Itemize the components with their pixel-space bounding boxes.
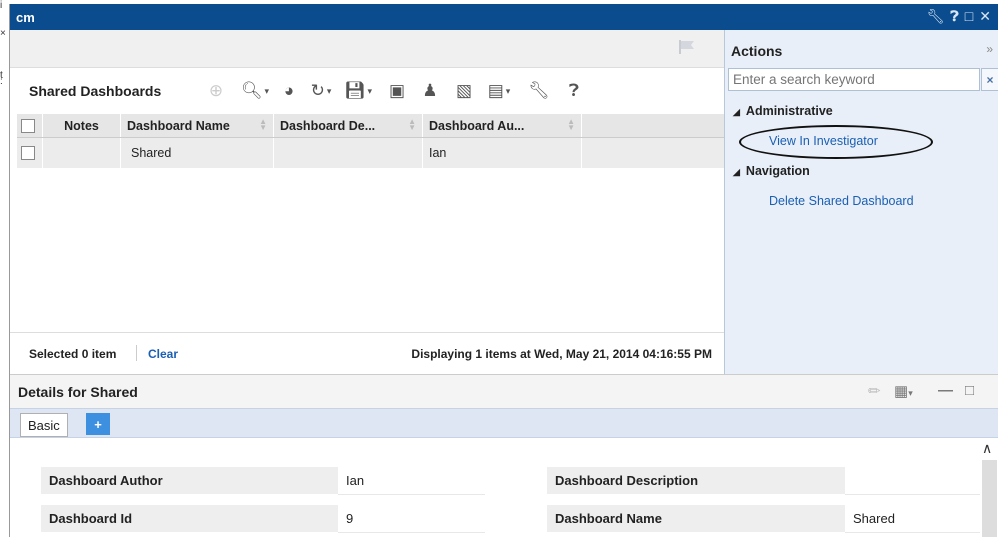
field-value: Ian — [338, 467, 485, 495]
panel-title: Shared Dashboards — [29, 83, 162, 99]
dashboards-table: Notes Dashboard Name ▲ ▼ Dashboard De... ▲ ▼… — [17, 114, 724, 168]
scroll-thumb[interactable] — [982, 460, 997, 537]
action-search-box[interactable] — [728, 68, 980, 91]
table-row[interactable]: Shared Ian — [17, 138, 724, 168]
gutter-glyph: : — [0, 76, 3, 87]
shared-dashboards-header: Shared Dashboards ⊕ 🔍︎ ▾ ◕ ↻ ▾ 💾︎ ▾ ▣ ♟ ▧ ▤… — [10, 68, 724, 114]
add-icon[interactable]: ⊕ — [203, 79, 229, 103]
field-label: Dashboard Description — [547, 467, 845, 495]
field-label: Dashboard Id — [41, 505, 338, 533]
title-bar: cm 🔧︎ ❓︎ □ ✕ — [10, 4, 998, 30]
details-scrollbar[interactable]: ∧ — [980, 438, 998, 537]
gutter-glyph: × — [0, 28, 6, 39]
flag-icon[interactable] — [678, 40, 696, 54]
help-icon[interactable]: ❓︎ — [950, 8, 958, 25]
refresh-icon[interactable]: ↻ ▾ — [308, 79, 334, 103]
wrench-icon[interactable]: 🔧︎ — [927, 8, 945, 25]
sort-icon[interactable]: ▲ ▼ — [259, 118, 267, 132]
help-icon[interactable]: ❓︎ — [561, 79, 587, 103]
column-header-author[interactable]: Dashboard Au... ▲ ▼ — [423, 114, 582, 137]
import-icon[interactable]: ▤ ▾ — [486, 79, 512, 103]
panel-top-strip — [10, 30, 724, 68]
field-value — [845, 467, 980, 495]
expanded-triangle-icon: ◢ — [733, 107, 740, 117]
save-icon[interactable]: 💾︎ ▾ — [344, 79, 372, 103]
select-all-checkbox-cell — [17, 114, 43, 137]
group-administrative[interactable]: ◢ Administrative — [733, 104, 833, 118]
action-search-input[interactable] — [733, 72, 975, 87]
edit-icon[interactable]: ✏ — [868, 382, 881, 400]
group-label: Navigation — [745, 164, 810, 178]
column-header-notes[interactable]: Notes — [43, 114, 121, 137]
search-icon[interactable]: 🔍︎ ▾ — [241, 79, 269, 103]
field-value: Shared — [845, 505, 980, 533]
footer-divider — [136, 345, 137, 361]
delete-shared-dashboard-link[interactable]: Delete Shared Dashboard — [769, 194, 914, 208]
column-label: Dashboard Name — [127, 118, 230, 133]
pie-chart-icon[interactable]: ◕ — [276, 79, 302, 103]
row-checkbox[interactable] — [21, 146, 35, 160]
actions-title: Actions — [731, 43, 783, 59]
cell-name: Shared — [121, 138, 274, 168]
table-view-icon[interactable]: ▦▾ — [894, 382, 913, 400]
details-title: Details for Shared — [18, 384, 138, 400]
column-label: Dashboard Au... — [429, 118, 525, 133]
table-footer: Selected 0 item Clear Displaying 1 items… — [10, 332, 724, 374]
clear-search-button[interactable]: × — [981, 68, 998, 91]
wrench-icon[interactable]: 🔧︎ — [526, 79, 552, 103]
shared-dashboards-panel: Shared Dashboards ⊕ 🔍︎ ▾ ◕ ↻ ▾ 💾︎ ▾ ▣ ♟ ▧ ▤… — [10, 30, 724, 374]
minimize-icon[interactable]: — — [938, 382, 953, 399]
column-label: Dashboard De... — [280, 118, 376, 133]
selected-count: Selected 0 item — [29, 347, 117, 361]
expanded-triangle-icon: ◢ — [733, 167, 740, 177]
actions-panel: Actions » × ◢Administrative View In Inve… — [724, 30, 998, 374]
select-all-checkbox[interactable] — [21, 118, 35, 133]
cm-window: cm 🔧︎ ❓︎ □ ✕ Shared Dashboards ⊕ 🔍︎ ▾ ◕ ↻… — [9, 4, 998, 537]
column-header-description[interactable]: Dashboard De... ▲ ▼ — [274, 114, 423, 137]
display-status: Displaying 1 items at Wed, May 21, 2014 … — [411, 347, 712, 361]
row-checkbox-cell — [17, 138, 43, 168]
group-label: Administrative — [745, 104, 833, 118]
add-tab-button[interactable]: + — [86, 413, 110, 435]
collapse-panel-icon[interactable]: » — [986, 42, 993, 56]
cell-notes — [43, 138, 121, 168]
maximize-icon[interactable]: □ — [965, 382, 974, 399]
group-navigation[interactable]: ◢ Navigation — [733, 164, 810, 178]
gutter-glyph: i — [0, 0, 3, 11]
close-icon[interactable]: ✕ — [979, 8, 991, 25]
field-value: 9 — [338, 505, 485, 533]
scroll-up-icon[interactable]: ∧ — [982, 440, 992, 457]
column-header-name[interactable]: Dashboard Name ▲ ▼ — [121, 114, 274, 137]
tab-basic[interactable]: Basic — [20, 413, 68, 437]
field-label: Dashboard Name — [547, 505, 845, 533]
details-tab-bar: Basic + — [10, 408, 998, 438]
details-header: Details for Shared ✏ ▦▾ — □ — [10, 374, 998, 408]
highlight-circle — [739, 125, 933, 159]
cell-author: Ian — [423, 138, 582, 168]
field-label: Dashboard Author — [41, 467, 338, 495]
maximize-icon[interactable]: □ — [965, 8, 973, 25]
sort-icon[interactable]: ▲ ▼ — [567, 118, 575, 132]
sort-icon[interactable]: ▲ ▼ — [408, 118, 416, 132]
person-icon[interactable]: ♟ — [417, 79, 443, 103]
export-icon[interactable]: ▧ — [451, 79, 477, 103]
view-icon[interactable]: ▣ — [384, 79, 410, 103]
clear-link[interactable]: Clear — [148, 347, 178, 361]
background-window-edge: i × t : — [0, 0, 9, 537]
window-title: cm — [16, 10, 35, 25]
table-header: Notes Dashboard Name ▲ ▼ Dashboard De... ▲ ▼… — [17, 114, 724, 138]
cell-description — [274, 138, 423, 168]
